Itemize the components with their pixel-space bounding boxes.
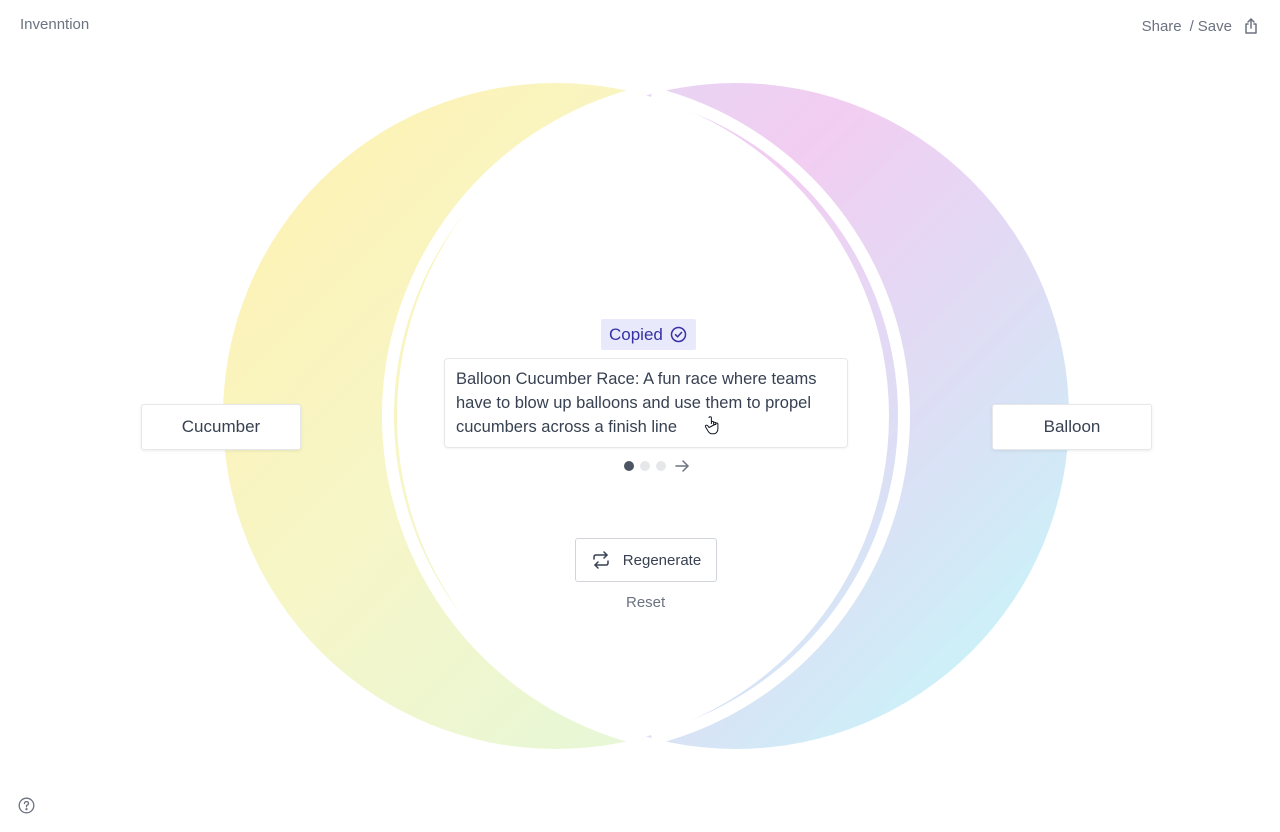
arrow-right-icon[interactable]: [674, 459, 690, 473]
page-dot-3[interactable]: [656, 461, 666, 471]
left-item-input[interactable]: Cucumber: [141, 404, 301, 450]
brand-logo-text[interactable]: Invenntion: [20, 16, 89, 33]
repeat-icon: [591, 551, 611, 569]
top-actions: Share / Save: [1142, 17, 1260, 35]
help-circle-icon[interactable]: [18, 797, 35, 814]
right-item-input[interactable]: Balloon: [992, 404, 1152, 450]
share-link[interactable]: Share: [1142, 18, 1182, 35]
regenerate-button[interactable]: Regenerate: [575, 538, 717, 582]
invention-result-text[interactable]: Balloon Cucumber Race: A fun race where …: [444, 358, 848, 448]
result-pager: [624, 459, 690, 473]
app-page: Invenntion Share / Save Cucumber Balloon…: [0, 0, 1280, 832]
copied-label: Copied: [609, 324, 663, 344]
reset-link[interactable]: Reset: [626, 594, 665, 611]
save-link[interactable]: Save: [1198, 18, 1232, 35]
page-dot-2[interactable]: [640, 461, 650, 471]
page-dot-1[interactable]: [624, 461, 634, 471]
share-icon[interactable]: [1242, 17, 1260, 35]
separator: /: [1189, 17, 1194, 35]
regenerate-label: Regenerate: [622, 551, 702, 569]
copied-badge: Copied: [601, 319, 696, 350]
check-circle-icon: [670, 326, 687, 343]
